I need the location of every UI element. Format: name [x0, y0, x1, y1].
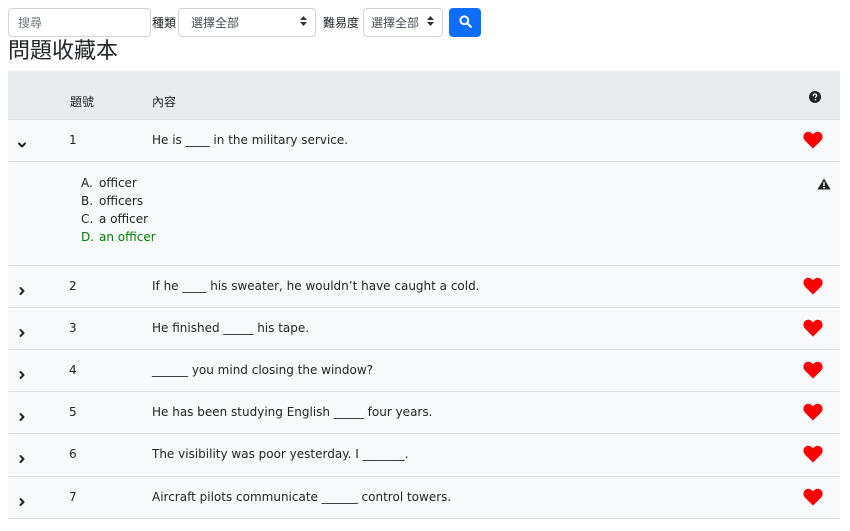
- row-number: 1: [69, 133, 77, 147]
- heart-icon[interactable]: [803, 445, 823, 467]
- chevron-right-icon[interactable]: [17, 407, 27, 426]
- heart-icon[interactable]: [803, 319, 823, 341]
- row-number: 7: [69, 490, 77, 504]
- row-content: He has been studying English _____ four …: [152, 405, 433, 419]
- search-icon: [458, 13, 472, 32]
- heart-icon[interactable]: [803, 361, 823, 383]
- table-row[interactable]: 7 Aircraft pilots communicate ______ con…: [8, 477, 840, 519]
- heart-icon[interactable]: [803, 488, 823, 510]
- type-select[interactable]: 選擇全部: [178, 8, 317, 37]
- option-item: B. officers: [81, 194, 144, 208]
- heart-icon[interactable]: [803, 403, 823, 425]
- row-content: ______ you mind closing the window?: [152, 363, 374, 377]
- select-arrows-icon: [300, 16, 308, 29]
- chevron-right-icon[interactable]: [17, 281, 27, 300]
- answer-options: A. officer B. officers C. a officer D. an of…: [81, 174, 156, 246]
- warning-triangle-icon[interactable]: [817, 175, 831, 194]
- row-content: He is ____ in the military service.: [152, 133, 349, 147]
- type-select-value: 選擇全部: [191, 16, 240, 30]
- table-row[interactable]: 6 The visibility was poor yesterday. I _…: [8, 434, 840, 477]
- chevron-right-icon[interactable]: [17, 492, 27, 511]
- chevron-right-icon[interactable]: [17, 449, 27, 468]
- table-row[interactable]: 5 He has been studying English _____ fou…: [8, 392, 840, 434]
- row-content: If he ____ his sweater, he wouldn’t have…: [152, 279, 480, 293]
- level-select-value: 選擇全部: [371, 16, 420, 30]
- row-content: The visibility was poor yesterday. I ___…: [152, 447, 409, 461]
- heart-icon[interactable]: [803, 277, 823, 299]
- search-input[interactable]: [8, 8, 151, 37]
- chevron-down-icon[interactable]: [17, 135, 27, 154]
- select-arrows-icon: [427, 16, 435, 29]
- option-item-correct: D. an officer: [81, 230, 156, 244]
- row-content: Aircraft pilots communicate ______ contr…: [152, 490, 452, 504]
- table-row[interactable]: 1 He is ____ in the military service.: [8, 120, 840, 162]
- question-detail: A. officer B. officers C. a officer D. an of…: [8, 162, 840, 266]
- page-title: 問題收藏本: [8, 39, 119, 64]
- table-header: 題號 內容: [8, 71, 840, 120]
- row-number: 3: [69, 321, 77, 335]
- row-number: 6: [69, 447, 77, 461]
- chevron-right-icon[interactable]: [17, 323, 27, 342]
- filter-toolbar: 種類 選擇全部 難易度 選擇全部: [8, 8, 482, 37]
- question-circle-icon[interactable]: [809, 88, 821, 107]
- header-content: 內容: [152, 95, 177, 109]
- row-content: He finished _____ his tape.: [152, 321, 310, 335]
- row-number: 2: [69, 279, 77, 293]
- chevron-right-icon[interactable]: [17, 365, 27, 384]
- table-row[interactable]: 3 He finished _____ his tape.: [8, 308, 840, 350]
- row-number: 4: [69, 363, 77, 377]
- favorites-table: 題號 內容 1 He is ____ in the military servi…: [8, 71, 840, 521]
- table-row[interactable]: 2 If he ____ his sweater, he wouldn’t ha…: [8, 266, 840, 308]
- row-number: 5: [69, 405, 77, 419]
- search-button[interactable]: [449, 8, 482, 37]
- level-filter-label: 難易度: [323, 16, 360, 30]
- level-select[interactable]: 選擇全部: [363, 8, 444, 37]
- option-item: A. officer: [81, 176, 137, 190]
- header-number: 題號: [70, 95, 95, 109]
- option-item: C. a officer: [81, 212, 149, 226]
- heart-icon[interactable]: [803, 131, 823, 153]
- type-filter-label: 種類: [152, 16, 177, 30]
- table-row[interactable]: 4 ______ you mind closing the window?: [8, 350, 840, 392]
